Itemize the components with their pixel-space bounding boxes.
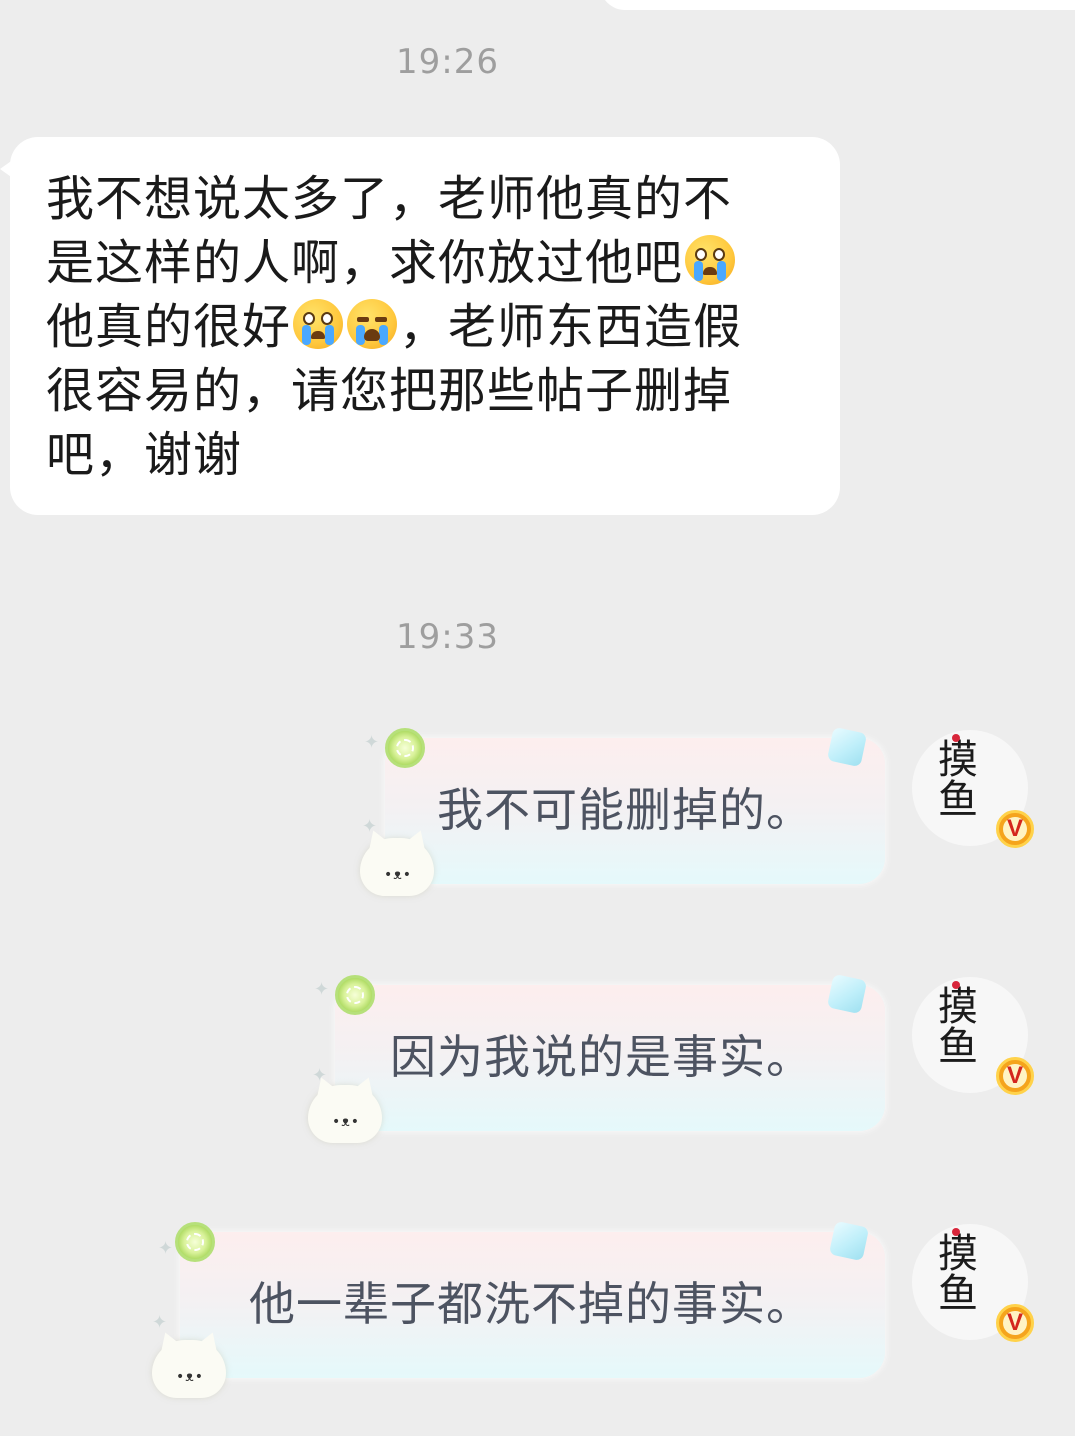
lime-decoration-icon <box>175 1222 215 1262</box>
outgoing-message-row: 因为我说的是事实。 •ᴥ• ✦ ✦ 摸鱼 V <box>0 965 1075 1145</box>
lime-decoration-icon <box>335 975 375 1015</box>
verified-badge-icon: V <box>996 810 1034 848</box>
message-line: 我不想说太多了，老师他真的不 <box>46 171 733 227</box>
timestamp: 19:26 <box>396 42 499 82</box>
message-text: 他一辈子都洗不掉的事实。 <box>249 1277 813 1331</box>
timestamp: 19:33 <box>396 617 499 657</box>
crying-emoji-icon <box>347 299 398 349</box>
loudly-crying-emoji-icon <box>685 235 736 285</box>
verified-badge-icon: V <box>996 1057 1034 1095</box>
sparkle-icon: ✦ <box>312 1065 328 1086</box>
ice-cube-decoration-icon <box>828 1220 870 1262</box>
sparkle-icon: ✦ <box>364 732 380 753</box>
outgoing-message-bubble[interactable]: 因为我说的是事实。 <box>335 985 885 1131</box>
outgoing-message-bubble[interactable]: 他一辈子都洗不掉的事实。 <box>180 1232 885 1378</box>
chat-screen: 19:26 我不想说太多了，老师他真的不 是这样的人啊，求你放过他吧 他真的很好… <box>0 0 1075 1436</box>
cat-decoration-icon: •ᴥ• <box>360 838 434 896</box>
sparkle-icon: ✦ <box>152 1312 168 1333</box>
previous-message-bubble[interactable] <box>600 0 1075 10</box>
message-text: 我不可能删掉的。 <box>437 783 813 837</box>
sparkle-icon: ✦ <box>362 816 378 837</box>
lime-decoration-icon <box>385 728 425 768</box>
outgoing-message-bubble[interactable]: 我不可能删掉的。 <box>385 738 885 884</box>
ice-cube-decoration-icon <box>826 726 868 768</box>
message-line: 是这样的人啊，求你放过他吧 <box>46 231 820 295</box>
outgoing-message-row: 我不可能删掉的。 •ᴥ• ✦ ✦ 摸鱼 V <box>0 718 1075 898</box>
seal-dot <box>952 734 960 742</box>
seal-dot <box>952 1228 960 1236</box>
sparkle-icon: ✦ <box>158 1238 174 1259</box>
sparkle-icon: ✦ <box>314 979 330 1000</box>
verified-badge-icon: V <box>996 1304 1034 1342</box>
incoming-message-bubble[interactable]: 我不想说太多了，老师他真的不 是这样的人啊，求你放过他吧 他真的很好 ，老师东西造… <box>0 137 840 515</box>
loudly-crying-emoji-icon <box>293 299 344 349</box>
message-line: 很容易的，请您把那些帖子删掉 <box>46 363 733 419</box>
message-text: 因为我说的是事实。 <box>390 1030 813 1084</box>
cat-decoration-icon: •ᴥ• <box>308 1085 382 1143</box>
message-line: 吧，谢谢 <box>46 427 243 483</box>
outgoing-message-row: 他一辈子都洗不掉的事实。 •ᴥ• ✦ ✦ 摸鱼 V <box>0 1212 1075 1412</box>
message-line: 他真的很好 ，老师东西造假 <box>46 299 743 355</box>
seal-dot <box>952 981 960 989</box>
cat-decoration-icon: •ᴥ• <box>152 1340 226 1398</box>
ice-cube-decoration-icon <box>826 973 868 1015</box>
